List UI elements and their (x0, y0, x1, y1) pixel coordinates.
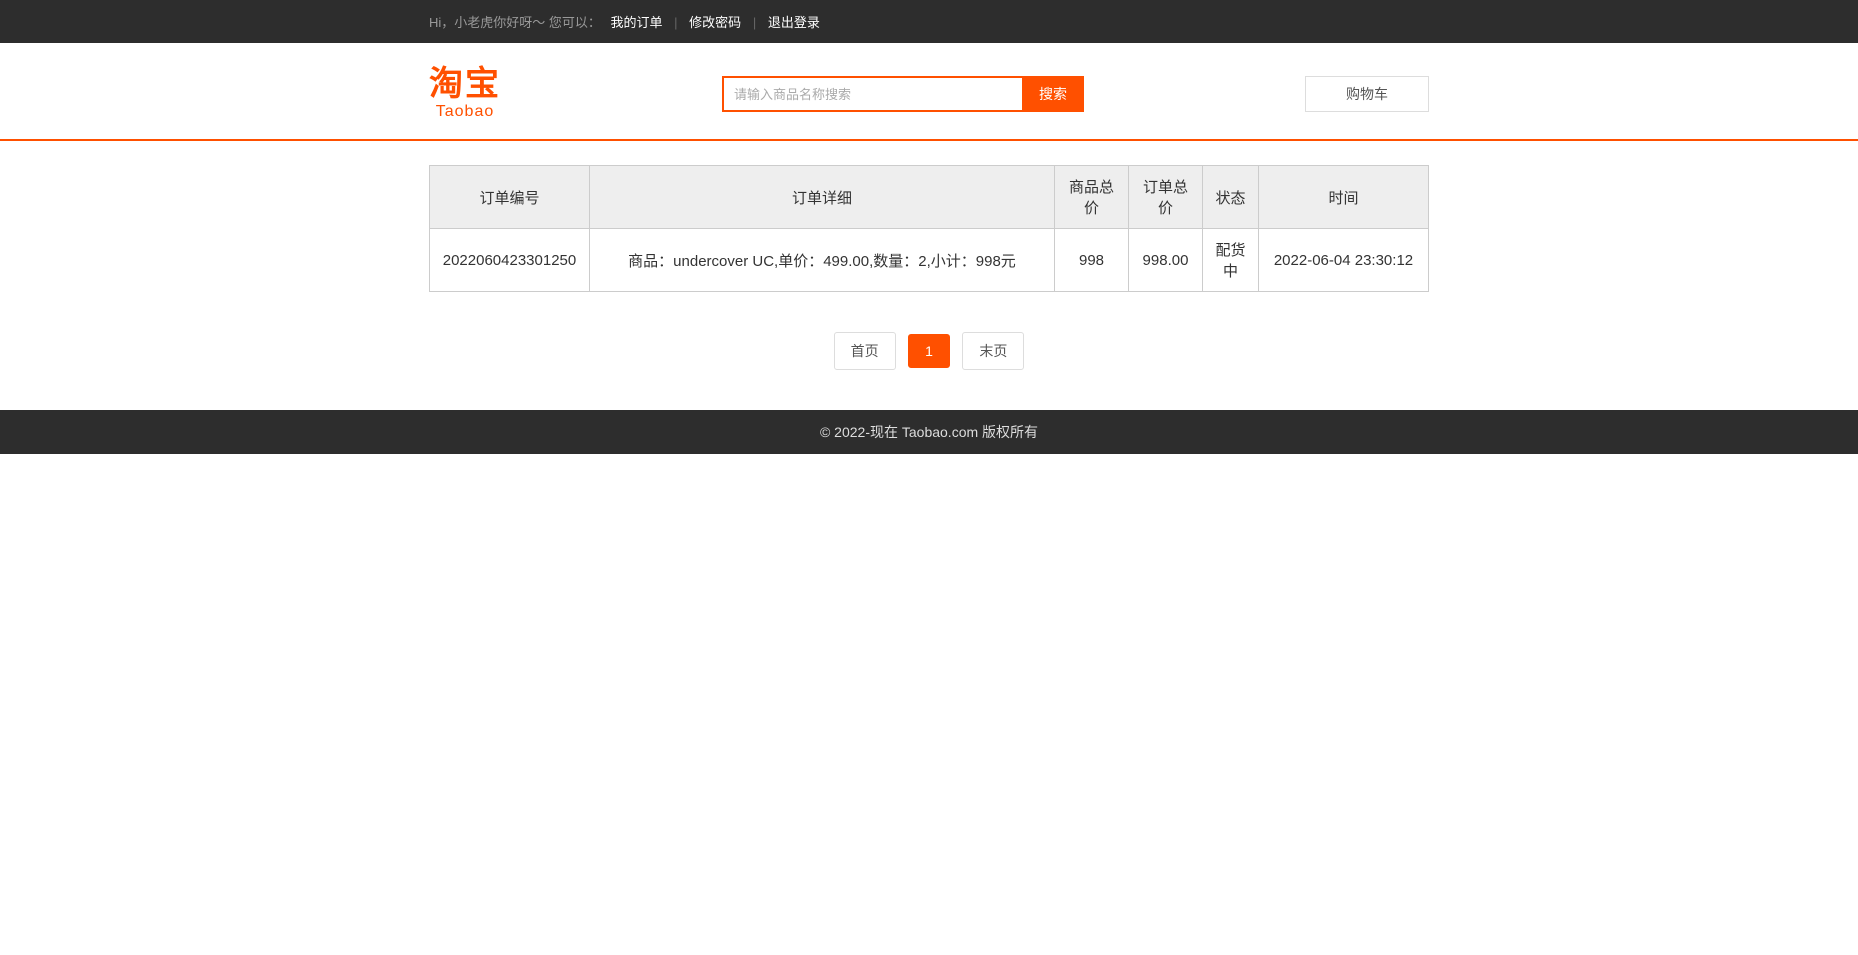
separator: | (672, 15, 679, 30)
search-input[interactable] (722, 76, 1022, 112)
content: 订单编号 订单详细 商品总价 订单总价 状态 时间 20220604233012… (429, 165, 1429, 370)
footer-text: © 2022-现在 Taobao.com 版权所有 (820, 424, 1038, 440)
change-password-link[interactable]: 修改密码 (683, 15, 747, 30)
page-first-button[interactable]: 首页 (834, 332, 896, 370)
col-time: 时间 (1259, 166, 1429, 229)
search-button[interactable]: 搜索 (1022, 76, 1084, 112)
table-header-row: 订单编号 订单详细 商品总价 订单总价 状态 时间 (430, 166, 1429, 229)
col-order-total: 订单总价 (1129, 166, 1203, 229)
cell-goods-total: 998 (1055, 229, 1129, 292)
table-row: 2022060423301250 商品：undercover UC,单价：499… (430, 229, 1429, 292)
col-goods-total: 商品总价 (1055, 166, 1129, 229)
greeting-text: Hi，小老虎你好呀～ 您可以： (429, 15, 601, 30)
page-last-button[interactable]: 末页 (962, 332, 1024, 370)
page-1-button[interactable]: 1 (908, 334, 950, 368)
cell-order-detail: 商品：undercover UC,单价：499.00,数量：2,小计：998元 (590, 229, 1055, 292)
top-bar: Hi，小老虎你好呀～ 您可以： 我的订单 | 修改密码 | 退出登录 (0, 0, 1858, 43)
cell-status: 配货中 (1203, 229, 1259, 292)
col-status: 状态 (1203, 166, 1259, 229)
col-order-no: 订单编号 (430, 166, 590, 229)
footer: © 2022-现在 Taobao.com 版权所有 (0, 410, 1858, 454)
header: 淘宝 Taobao 搜索 购物车 (0, 43, 1858, 141)
logo-cn: 淘宝 (429, 67, 501, 101)
cell-order-total: 998.00 (1129, 229, 1203, 292)
cell-order-no: 2022060423301250 (430, 229, 590, 292)
order-table: 订单编号 订单详细 商品总价 订单总价 状态 时间 20220604233012… (429, 165, 1429, 292)
logout-link[interactable]: 退出登录 (762, 15, 826, 30)
col-order-detail: 订单详细 (590, 166, 1055, 229)
logo[interactable]: 淘宝 Taobao (429, 67, 501, 121)
cell-time: 2022-06-04 23:30:12 (1259, 229, 1429, 292)
pagination: 首页 1 末页 (429, 332, 1429, 370)
search-wrap: 搜索 (722, 76, 1084, 112)
logo-en: Taobao (436, 103, 495, 121)
separator: | (751, 15, 758, 30)
my-orders-link[interactable]: 我的订单 (605, 15, 669, 30)
cart-button[interactable]: 购物车 (1305, 76, 1429, 112)
